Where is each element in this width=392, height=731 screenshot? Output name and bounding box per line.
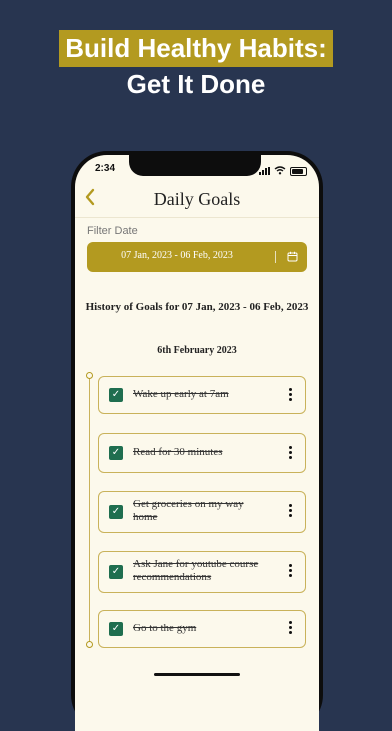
goal-card[interactable]: ✓ Read for 30 minutes: [98, 433, 306, 473]
signal-icon: [259, 167, 270, 175]
timeline-line: [89, 376, 90, 644]
checkbox-checked[interactable]: ✓: [109, 565, 123, 579]
phone-frame: 2:34 Daily Goals Filter Date 07 Jan, 202…: [71, 151, 323, 731]
checkbox-checked[interactable]: ✓: [109, 622, 123, 636]
calendar-icon[interactable]: [287, 251, 298, 262]
day-heading: 6th February 2023: [157, 345, 237, 356]
date-separator: [275, 251, 276, 263]
checkbox-checked[interactable]: ✓: [109, 388, 123, 402]
goal-card[interactable]: ✓ Get groceries on my way home: [98, 491, 306, 533]
goal-card[interactable]: ✓ Wake up early at 7am: [98, 376, 306, 414]
more-options-icon[interactable]: [289, 388, 293, 403]
history-title: History of Goals for 07 Jan, 2023 - 06 F…: [85, 301, 309, 313]
date-range-value: 07 Jan, 2023 - 06 Feb, 2023: [121, 250, 233, 261]
status-icons: [259, 162, 307, 180]
checkbox-checked[interactable]: ✓: [109, 505, 123, 519]
wifi-icon: [274, 162, 286, 180]
battery-icon: [290, 166, 307, 176]
goal-text: Wake up early at 7am: [133, 388, 229, 400]
goal-text: Read for 30 minutes: [133, 446, 223, 458]
status-time: 2:34: [95, 163, 116, 174]
timeline-end-dot: [86, 641, 93, 648]
more-options-icon[interactable]: [289, 446, 293, 461]
top-bar: Daily Goals: [75, 185, 319, 218]
notch: [129, 155, 261, 176]
checkbox-checked[interactable]: ✓: [109, 446, 123, 460]
promo-subheadline: Get It Done: [126, 69, 266, 99]
promo-headline: Build Healthy Habits:: [59, 30, 333, 67]
date-range-picker[interactable]: 07 Jan, 2023 - 06 Feb, 2023: [87, 242, 307, 272]
filter-date-label: Filter Date: [87, 225, 138, 237]
app-screen: 2:34 Daily Goals Filter Date 07 Jan, 202…: [75, 155, 319, 731]
more-options-icon[interactable]: [289, 621, 293, 636]
goal-card[interactable]: ✓ Ask Jane for youtube course recommenda…: [98, 551, 306, 593]
goal-text: Get groceries on my way home: [133, 498, 244, 523]
promo-banner: Build Healthy Habits: Get It Done: [0, 30, 392, 101]
more-options-icon[interactable]: [289, 504, 293, 519]
goal-text: Ask Jane for youtube course recommendati…: [133, 558, 259, 583]
goal-text: Go to the gym: [133, 622, 197, 634]
home-indicator: [154, 673, 240, 676]
page-title: Daily Goals: [153, 189, 241, 209]
more-options-icon[interactable]: [289, 564, 293, 579]
timeline-start-dot: [86, 372, 93, 379]
goal-card[interactable]: ✓ Go to the gym: [98, 610, 306, 648]
